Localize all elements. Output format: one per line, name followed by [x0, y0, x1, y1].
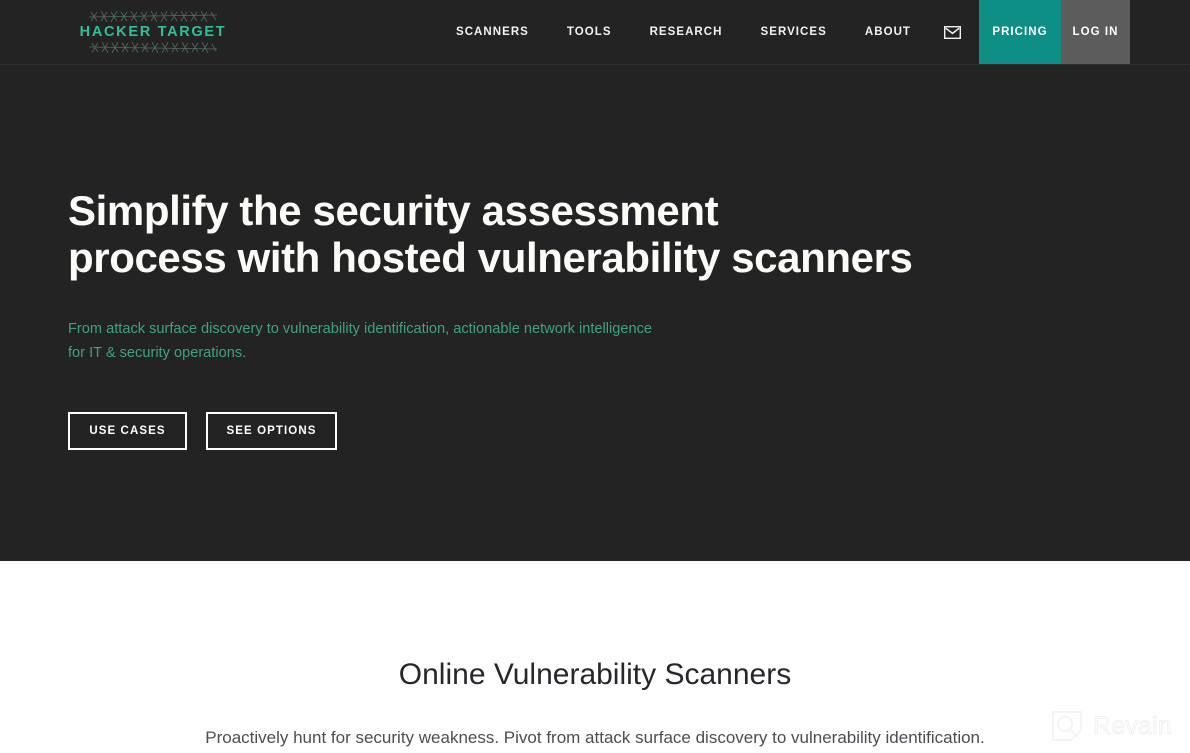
hero-title-line-1: Simplify the security assessment	[68, 187, 719, 234]
nav-item-about[interactable]: ABOUT	[846, 0, 930, 65]
hero-subtitle-line-2: for IT & security operations.	[68, 344, 247, 361]
hero-title-line-2: process with hosted vulnerability scanne…	[68, 234, 913, 281]
contact-mail-button[interactable]	[930, 25, 979, 39]
pricing-button[interactable]: PRICING	[979, 0, 1061, 64]
section-description: Proactively hunt for security weakness. …	[205, 728, 985, 747]
hacker-target-logo[interactable]: HACKER TARGET	[80, 6, 225, 58]
section-title: Online Vulnerability Scanners	[398, 658, 792, 691]
barbed-wire-ornament-top-icon	[89, 10, 217, 22]
logo-text: HACKER TARGET	[79, 23, 227, 40]
hero-title: Simplify the security assessment process…	[68, 65, 1190, 281]
nav-item-scanners[interactable]: SCANNERS	[437, 0, 548, 65]
use-cases-button[interactable]: USE CASES	[68, 412, 187, 450]
nav-item-services[interactable]: SERVICES	[742, 0, 846, 65]
barbed-wire-ornament-bottom-icon	[89, 42, 217, 54]
hero-subtitle: From attack surface discovery to vulnera…	[68, 281, 1190, 365]
login-button[interactable]: LOG IN	[1061, 0, 1130, 64]
header-spacer	[1130, 0, 1190, 64]
envelope-icon	[944, 25, 961, 39]
site-header: HACKER TARGET SCANNERS TOOLS RESEARCH SE…	[0, 0, 1190, 65]
nav-item-research[interactable]: RESEARCH	[631, 0, 742, 65]
see-options-button[interactable]: SEE OPTIONS	[206, 412, 337, 450]
main-navigation: SCANNERS TOOLS RESEARCH SERVICES ABOUT	[330, 0, 979, 64]
logo-container[interactable]: HACKER TARGET	[0, 0, 330, 64]
scanners-intro-section: Online Vulnerability Scanners Proactivel…	[0, 561, 1190, 753]
hero-button-group: USE CASES SEE OPTIONS	[68, 365, 1190, 450]
header-cta-group: PRICING LOG IN	[979, 0, 1130, 64]
hero-subtitle-line-1: From attack surface discovery to vulnera…	[68, 321, 653, 337]
nav-item-tools[interactable]: TOOLS	[548, 0, 631, 65]
hero-section: Simplify the security assessment process…	[0, 65, 1190, 561]
